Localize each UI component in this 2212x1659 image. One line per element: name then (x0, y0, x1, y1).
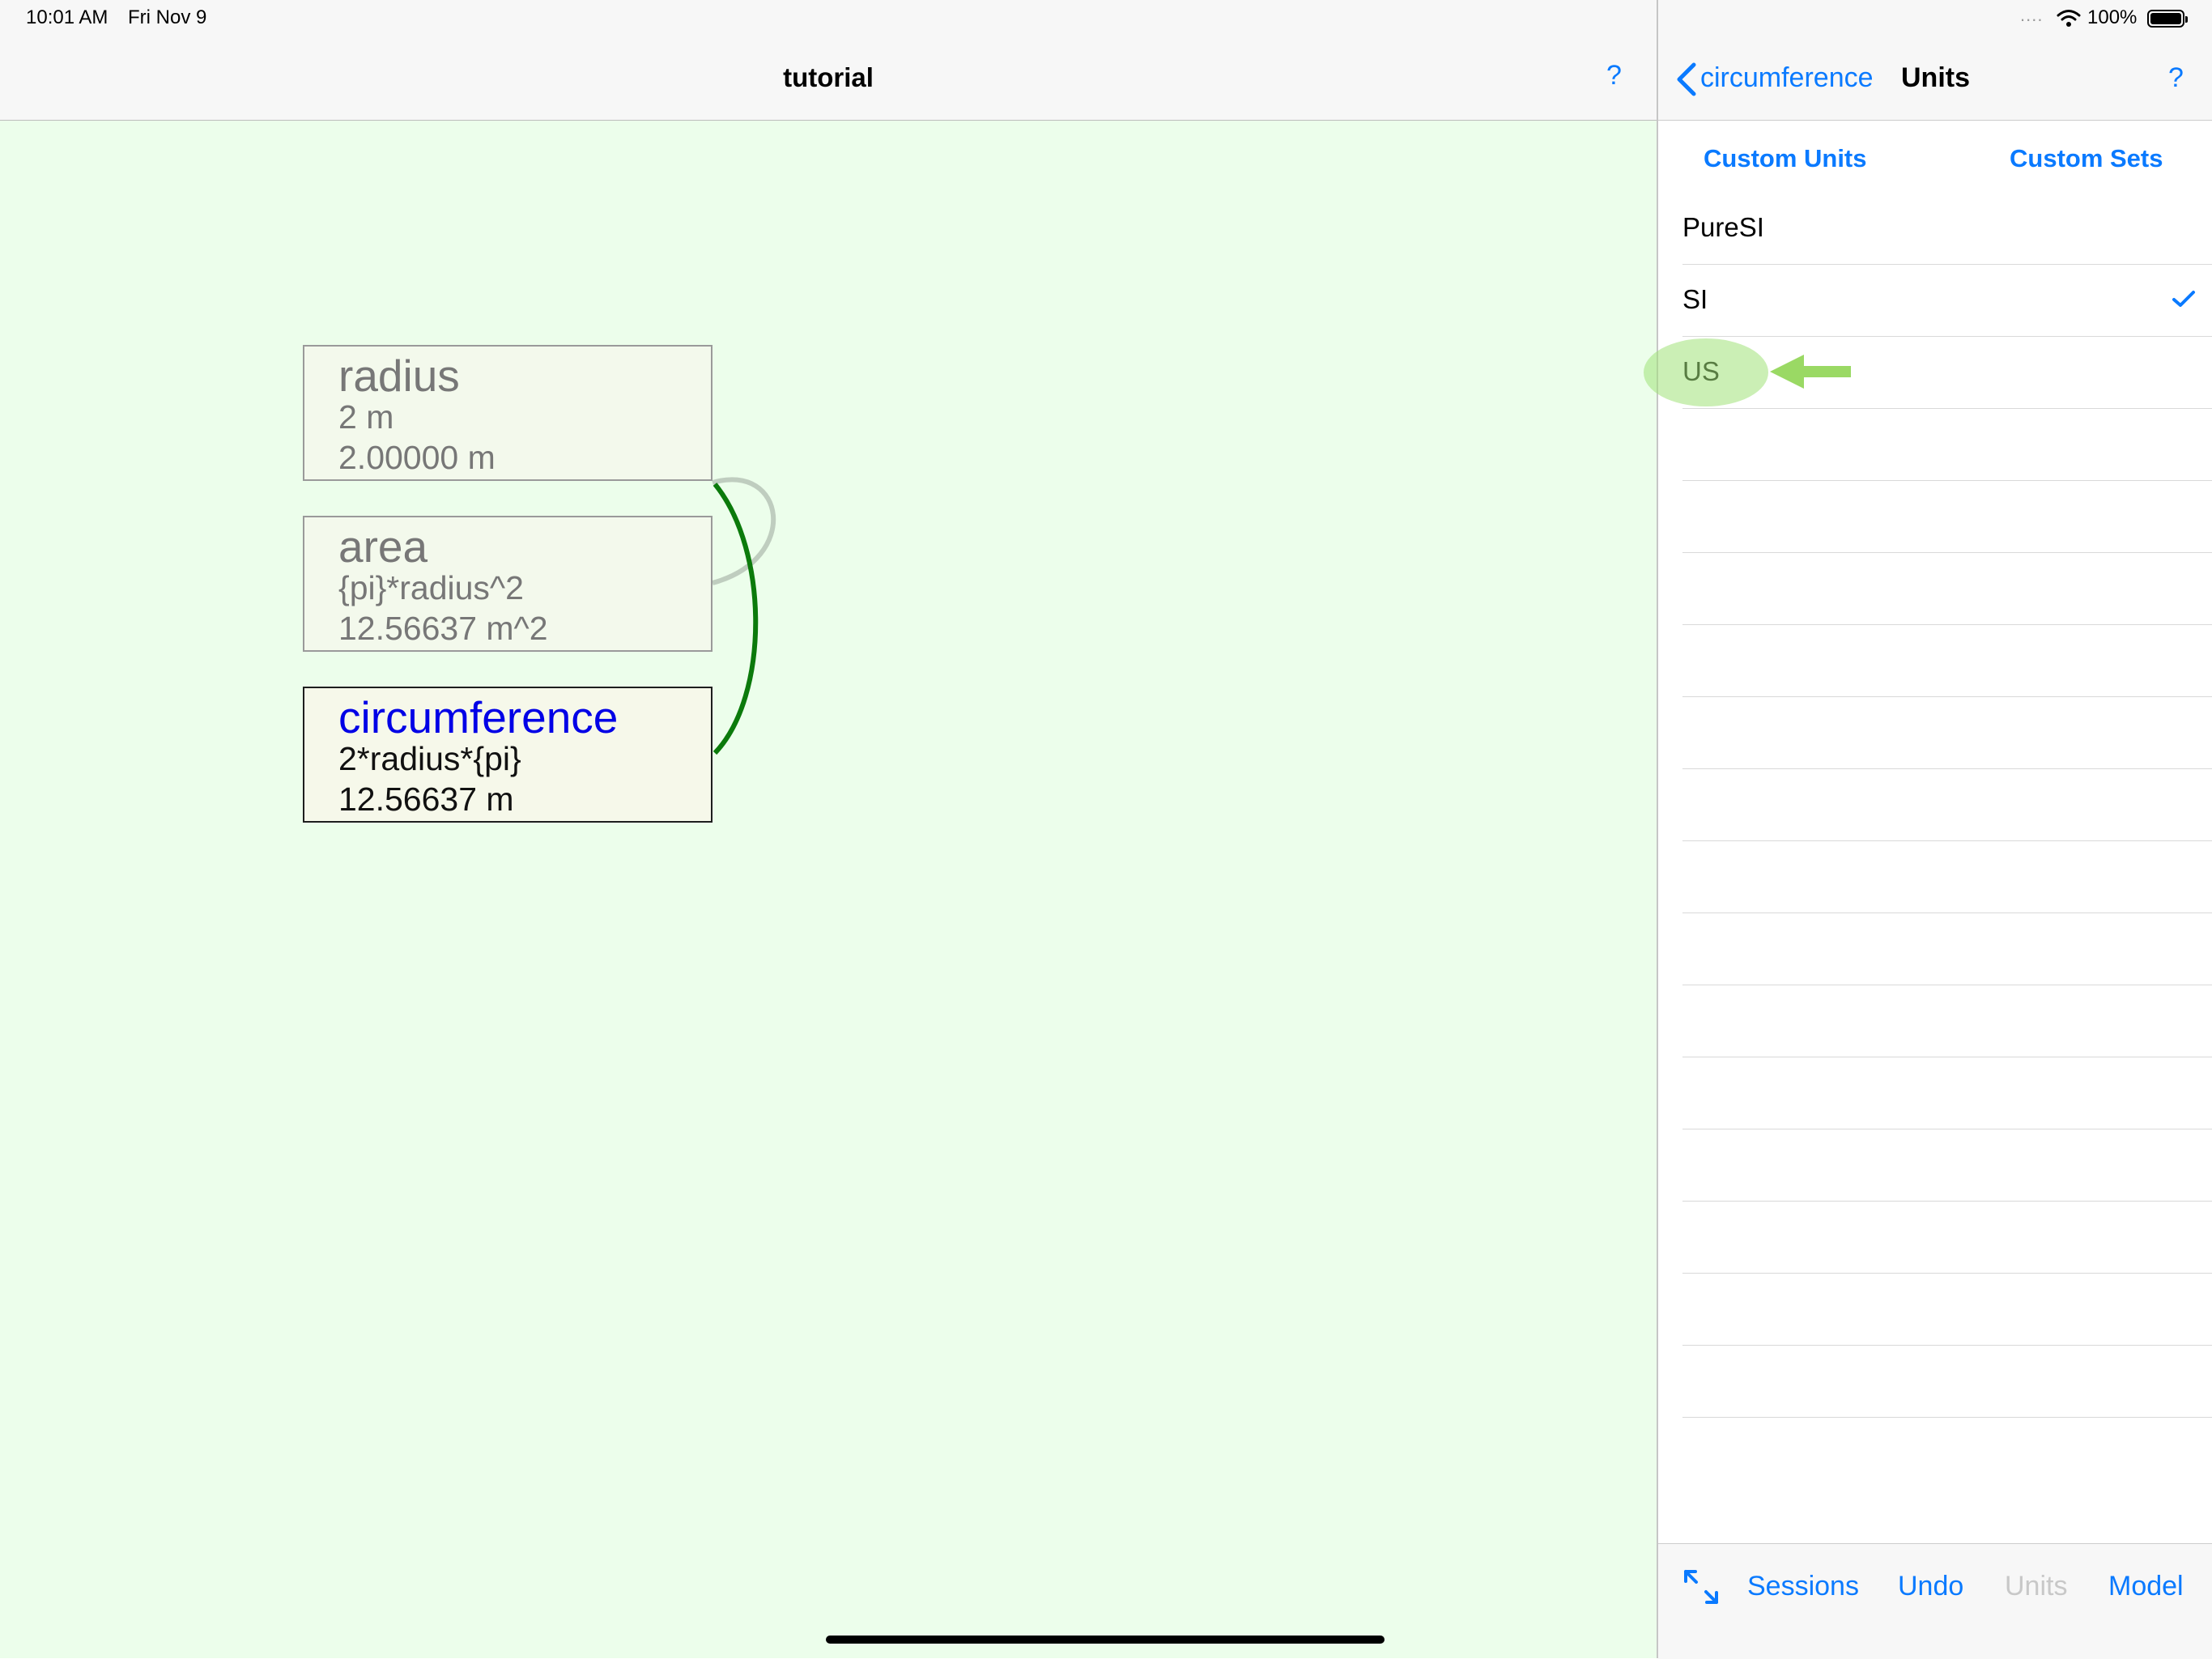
list-item[interactable] (1682, 1346, 2212, 1418)
node-expression: 2 m (338, 398, 394, 436)
node-title: circumference (338, 692, 619, 742)
node-value: 12.56637 m (338, 781, 514, 818)
pane-title: Units (1901, 62, 1970, 93)
list-item[interactable] (1682, 697, 2212, 769)
list-item[interactable] (1682, 553, 2212, 625)
list-item[interactable] (1682, 1057, 2212, 1129)
list-item[interactable] (1682, 625, 2212, 697)
list-item[interactable] (1682, 1202, 2212, 1274)
list-item[interactable] (1682, 481, 2212, 553)
model-canvas-pane: tutorial ? radius 2 m 2.00000 m area {pi… (0, 0, 1657, 1658)
pointer-arrow-icon (1770, 355, 1851, 389)
list-item-si[interactable]: SI (1682, 265, 2212, 337)
list-item-label: PureSI (1682, 212, 1764, 242)
back-button[interactable]: circumference (1700, 62, 1874, 94)
active-dependency-link (713, 483, 759, 755)
status-bar: 10:01 AM Fri Nov 9 .... 100% (0, 0, 2212, 40)
variable-node-area[interactable]: area {pi}*radius^2 12.56637 m^2 (303, 516, 713, 652)
node-title: radius (338, 351, 460, 401)
status-time: 10:01 AM (26, 6, 108, 28)
list-item[interactable] (1682, 841, 2212, 913)
node-value: 12.56637 m^2 (338, 610, 548, 647)
model-button[interactable]: Model (2108, 1571, 2184, 1602)
list-item[interactable] (1682, 1129, 2212, 1202)
expand-arrows-icon[interactable] (1682, 1568, 1720, 1606)
variable-node-radius[interactable]: radius 2 m 2.00000 m (303, 345, 713, 481)
custom-sets-button[interactable]: Custom Sets (2010, 144, 2163, 173)
variable-node-circumference[interactable]: circumference 2*radius*{pi} 12.56637 m (303, 687, 713, 823)
node-expression: {pi}*radius^2 (338, 569, 524, 606)
node-value: 2.00000 m (338, 439, 496, 476)
list-item[interactable] (1682, 985, 2212, 1057)
back-chevron-icon[interactable] (1673, 62, 1702, 97)
list-item[interactable] (1682, 913, 2212, 985)
home-indicator[interactable] (826, 1636, 1385, 1644)
wifi-icon (2057, 10, 2081, 27)
node-expression: 2*radius*{pi} (338, 740, 521, 777)
bottom-toolbar: Sessions Undo Units Model (1658, 1543, 2212, 1659)
list-item-label: SI (1682, 284, 1708, 314)
battery-icon (2147, 10, 2188, 28)
status-date: Fri Nov 9 (128, 6, 207, 28)
units-button[interactable]: Units (2005, 1571, 2067, 1602)
dependency-links (712, 477, 776, 755)
sessions-button[interactable]: Sessions (1747, 1571, 1859, 1602)
undo-button[interactable]: Undo (1898, 1571, 1963, 1602)
list-item[interactable] (1682, 1274, 2212, 1346)
units-pane: circumference Units ? Custom Units Custo… (1658, 0, 2212, 1659)
custom-units-button[interactable]: Custom Units (1704, 144, 1867, 173)
list-item-puresi[interactable]: PureSI (1682, 193, 2212, 265)
list-item[interactable] (1682, 409, 2212, 481)
node-title: area (338, 521, 428, 572)
units-help-button[interactable]: ? (2168, 62, 2184, 94)
signal-icon: .... (2020, 5, 2044, 25)
checkmark-icon (2172, 291, 2195, 307)
battery-percent: 100% (2087, 6, 2138, 28)
tap-highlight (1644, 338, 1768, 406)
list-item[interactable] (1682, 769, 2212, 841)
